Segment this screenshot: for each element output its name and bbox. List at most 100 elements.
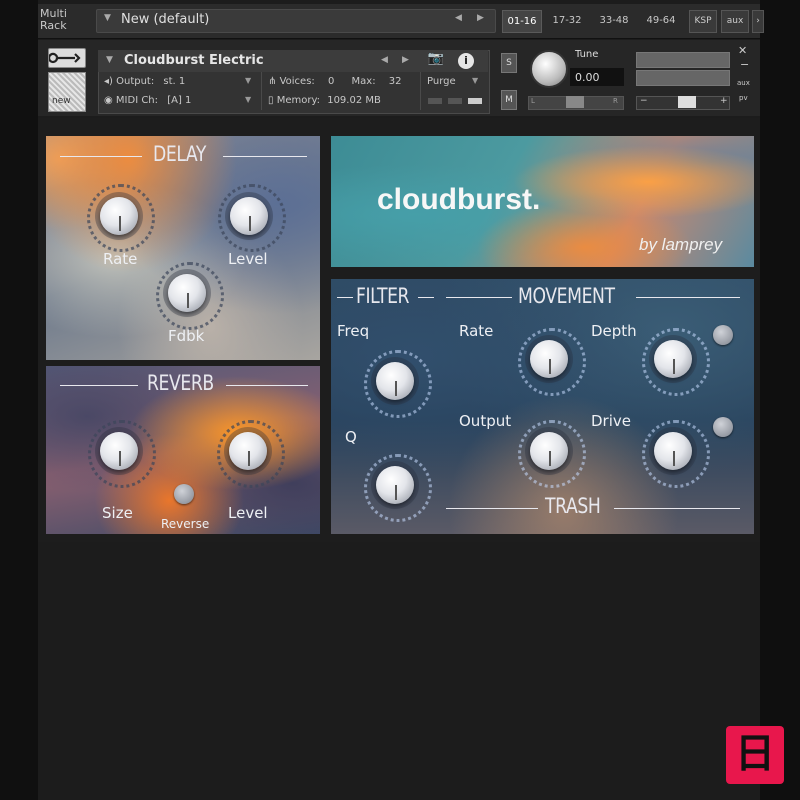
- level-meter-right: [636, 70, 730, 86]
- divider: [418, 297, 434, 298]
- info-icon[interactable]: i: [458, 53, 474, 69]
- volume-plus-icon: +: [720, 96, 728, 106]
- voices-label: Voices:: [279, 76, 315, 87]
- midi-icon: ◉: [104, 95, 113, 106]
- tab-page-4[interactable]: 49-64: [640, 10, 682, 31]
- reverb-size-label: Size: [102, 504, 133, 522]
- movement-drive-knob[interactable]: [654, 432, 692, 470]
- right-margin: [760, 0, 800, 800]
- wrench-icon[interactable]: [47, 48, 86, 68]
- purge-dropdown-icon[interactable]: ▼: [472, 76, 478, 85]
- pv-toggle[interactable]: pv: [739, 94, 748, 102]
- tune-value: 0.00: [575, 71, 600, 84]
- movement-title: MOVEMENT: [518, 284, 615, 308]
- pan-slider-handle[interactable]: [566, 96, 584, 108]
- prev-instrument-icon[interactable]: ◀: [381, 55, 388, 65]
- tab-page-2[interactable]: 17-32: [548, 10, 586, 31]
- reverb-level-knob[interactable]: [229, 432, 267, 470]
- new-label: new: [52, 96, 71, 106]
- next-preset-icon[interactable]: ▶: [477, 13, 484, 23]
- ksp-button[interactable]: KSP: [689, 10, 717, 33]
- voices-value: 0: [327, 76, 335, 87]
- divider: [223, 156, 307, 157]
- activity-meter: [468, 98, 482, 104]
- delay-rate-label: Rate: [103, 250, 138, 268]
- new-instrument-button[interactable]: [48, 72, 86, 112]
- next-instrument-icon[interactable]: ▶: [402, 55, 409, 65]
- midi-label: MIDI Ch:: [115, 95, 159, 106]
- movement-depth-knob[interactable]: [654, 340, 692, 378]
- solo-button[interactable]: S: [501, 53, 517, 73]
- movement-output-knob[interactable]: [530, 432, 568, 470]
- instrument-dropdown-icon[interactable]: ▼: [106, 55, 113, 65]
- divider: [60, 156, 142, 157]
- memory-icon: ▯: [268, 95, 274, 106]
- memory-value: 109.02 MB: [327, 95, 381, 106]
- delay-level-knob[interactable]: [230, 197, 268, 235]
- reverb-reverse-toggle[interactable]: [174, 484, 194, 504]
- max-value[interactable]: 32: [389, 76, 402, 87]
- movement-rate-knob[interactable]: [530, 340, 568, 378]
- aux-button[interactable]: aux: [721, 10, 749, 33]
- tab-page-3[interactable]: 33-48: [592, 10, 636, 31]
- volume-minus-icon: −: [640, 96, 648, 106]
- movement-output-label: Output: [459, 412, 512, 430]
- filter-freq-knob[interactable]: [376, 362, 414, 400]
- delay-feedback-knob[interactable]: [168, 274, 206, 312]
- delay-level-label: Level: [228, 250, 268, 268]
- delay-title: DELAY: [153, 142, 207, 166]
- trash-title: TRASH: [545, 494, 601, 518]
- author-credit: by lamprey: [639, 235, 723, 254]
- divider: [337, 297, 353, 298]
- camera-icon[interactable]: 📷: [423, 51, 449, 71]
- movement-depth-toggle[interactable]: [713, 325, 733, 345]
- memory-label: Memory:: [276, 95, 321, 106]
- filter-freq-label: Freq: [337, 322, 370, 340]
- aux-toggle[interactable]: aux: [737, 79, 750, 87]
- divider: [420, 72, 421, 110]
- multi-rack-label: Multi Rack: [40, 7, 67, 32]
- instrument-name[interactable]: Cloudburst Electric: [124, 53, 264, 68]
- voices-readout: ⋔ Voices: 0 Max: 32: [268, 76, 402, 87]
- max-label: Max:: [351, 76, 376, 87]
- movement-rate-label: Rate: [459, 322, 494, 340]
- pan-right-label: R: [613, 97, 618, 105]
- midi-dropdown-icon[interactable]: ▼: [245, 95, 251, 104]
- delay-rate-knob[interactable]: [100, 197, 138, 235]
- purge-menu[interactable]: Purge: [427, 76, 456, 87]
- divider: [446, 508, 538, 509]
- voices-icon: ⋔: [268, 76, 277, 87]
- watermark-glyph-icon: 日: [735, 731, 775, 777]
- filter-title: FILTER: [356, 284, 410, 308]
- pan-left-label: L: [531, 97, 535, 105]
- multi-preset-name[interactable]: New (default): [121, 12, 209, 27]
- reverb-size-knob[interactable]: [100, 432, 138, 470]
- reverb-title: REVERB: [147, 371, 214, 395]
- speaker-icon: ◂): [104, 76, 113, 87]
- reverb-reverse-label: Reverse: [161, 517, 210, 531]
- movement-drive-toggle[interactable]: [713, 417, 733, 437]
- rack-scroll-right-icon[interactable]: ›: [752, 10, 764, 33]
- left-margin: [0, 0, 38, 800]
- divider: [226, 385, 308, 386]
- midi-channel-selector[interactable]: ◉ MIDI Ch: [A] 1: [104, 95, 191, 106]
- level-meter-left: [636, 52, 730, 68]
- output-value: st. 1: [163, 76, 186, 87]
- dropdown-arrow-icon[interactable]: ▼: [104, 13, 111, 23]
- output-dropdown-icon[interactable]: ▼: [245, 76, 251, 85]
- filter-q-knob[interactable]: [376, 466, 414, 504]
- output-label: Output:: [116, 76, 155, 87]
- close-icon[interactable]: ✕: [738, 44, 747, 57]
- output-selector[interactable]: ◂) Output: st. 1: [104, 76, 185, 87]
- mute-button[interactable]: M: [501, 90, 517, 110]
- volume-slider-handle[interactable]: [678, 96, 696, 108]
- minimize-icon[interactable]: −: [740, 58, 749, 71]
- product-logo: cloudburst.: [377, 183, 541, 216]
- tab-page-1[interactable]: 01-16: [502, 10, 542, 33]
- prev-preset-icon[interactable]: ◀: [455, 13, 462, 23]
- divider: [446, 297, 512, 298]
- delay-feedback-label: Fdbk: [168, 327, 205, 345]
- tune-label: Tune: [575, 49, 599, 60]
- reverb-level-label: Level: [228, 504, 268, 522]
- tune-knob[interactable]: [530, 50, 568, 88]
